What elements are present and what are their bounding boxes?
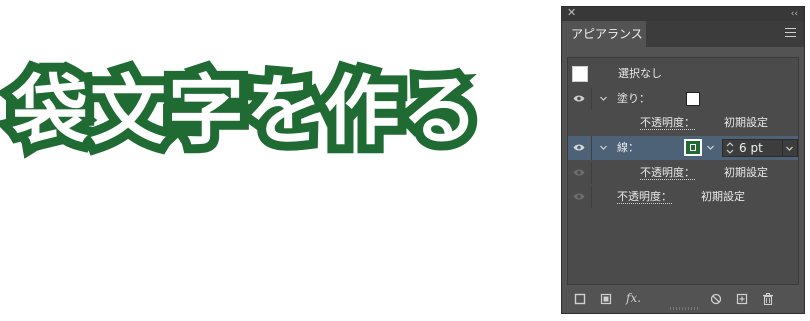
stroke-opacity-link[interactable]: 不透明度： bbox=[640, 166, 695, 180]
chevron-down-icon[interactable] bbox=[599, 143, 608, 152]
add-new-fill-icon[interactable] bbox=[600, 293, 612, 305]
visibility-cell bbox=[568, 186, 592, 208]
object-opacity-row[interactable]: 不透明度： 初期設定 bbox=[568, 186, 798, 208]
panel-title-bar: ✕ ‹‹ bbox=[562, 6, 804, 21]
object-opacity-value: 初期設定 bbox=[701, 190, 745, 203]
close-icon[interactable]: ✕ bbox=[567, 6, 576, 20]
appearance-panel: ✕ ‹‹ アピアランス 選択なし 塗り： 不透明度： 初期設定 線： 6 pt … bbox=[561, 6, 805, 314]
fill-color-swatch[interactable] bbox=[686, 92, 700, 106]
panel-bottom-toolbar: fx. bbox=[562, 285, 804, 311]
stroke-width-stepper[interactable]: 6 pt bbox=[722, 139, 798, 157]
stroke-row[interactable]: 線： 6 pt bbox=[568, 136, 798, 160]
selection-row[interactable]: 選択なし bbox=[568, 62, 798, 86]
collapse-icon[interactable]: ‹‹ bbox=[791, 7, 798, 21]
outlined-title-text: 袋文字を作る bbox=[3, 57, 487, 164]
eye-icon[interactable] bbox=[573, 94, 585, 103]
eye-icon[interactable] bbox=[573, 192, 585, 201]
tab-appearance[interactable]: アピアランス bbox=[562, 21, 646, 47]
stroke-color-swatch[interactable] bbox=[684, 139, 702, 156]
fill-row[interactable]: 塗り： bbox=[568, 88, 798, 110]
clear-appearance-icon[interactable] bbox=[710, 293, 722, 305]
stroke-width-value[interactable]: 6 pt bbox=[739, 140, 763, 156]
stroke-label[interactable]: 線： bbox=[617, 136, 639, 160]
panel-menu-icon[interactable] bbox=[785, 28, 796, 40]
fill-opacity-row[interactable]: 不透明度： 初期設定 bbox=[568, 112, 798, 134]
panel-tab-bar: アピアランス bbox=[562, 21, 804, 47]
visibility-cell bbox=[568, 162, 592, 184]
eye-icon[interactable] bbox=[573, 143, 585, 152]
add-new-effect-icon[interactable]: fx. bbox=[626, 291, 641, 305]
add-new-stroke-icon[interactable] bbox=[574, 293, 586, 305]
stroke-color-dropdown[interactable] bbox=[704, 139, 718, 157]
visibility-cell bbox=[568, 136, 592, 160]
fill-opacity-value: 初期設定 bbox=[724, 116, 768, 129]
object-opacity-link[interactable]: 不透明度： bbox=[617, 190, 672, 204]
fill-opacity-link[interactable]: 不透明度： bbox=[640, 116, 695, 130]
chevron-down-icon bbox=[707, 145, 714, 150]
visibility-cell bbox=[568, 88, 592, 110]
duplicate-item-icon[interactable] bbox=[736, 293, 748, 305]
stroke-opacity-value: 初期設定 bbox=[724, 166, 768, 179]
object-thumbnail bbox=[572, 66, 588, 82]
chevron-down-icon bbox=[786, 146, 793, 151]
fill-label[interactable]: 塗り： bbox=[617, 88, 650, 110]
stroke-width-dropdown[interactable] bbox=[782, 140, 797, 156]
stroke-opacity-row[interactable]: 不透明度： 初期設定 bbox=[568, 162, 798, 184]
eye-icon[interactable] bbox=[573, 168, 585, 177]
delete-item-icon[interactable] bbox=[762, 293, 774, 305]
stepper-arrows-icon[interactable] bbox=[725, 141, 735, 155]
resize-grip[interactable] bbox=[670, 307, 698, 310]
chevron-down-icon[interactable] bbox=[599, 94, 608, 103]
selection-label: 選択なし bbox=[618, 67, 662, 80]
appearance-list: 選択なし 塗り： 不透明度： 初期設定 線： 6 pt 不透明度： 初期設定 不… bbox=[567, 57, 799, 285]
